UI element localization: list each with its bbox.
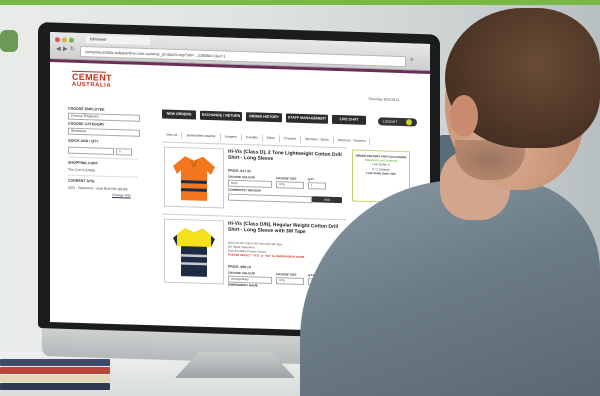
product-price: PRICE: $60.19: [228, 264, 251, 270]
person-ear: [450, 95, 478, 137]
size-label: CHOOSE SIZE: [276, 272, 297, 277]
comments-input[interactable]: [228, 193, 312, 204]
nav-exchange-return[interactable]: EXCHANGE / RETURN: [200, 110, 242, 122]
colour-label: CHOOSE COLOUR: [228, 174, 255, 180]
header-date: Thursday 30/1/2014: [368, 96, 400, 102]
back-icon[interactable]: ◀: [56, 45, 61, 54]
category-label: CHOOSE CATEGORY: [68, 121, 105, 127]
forward-icon[interactable]: ▶: [63, 45, 68, 54]
product-image: [164, 218, 224, 285]
employee-select[interactable]: Choose Employee: [68, 112, 140, 122]
filter-jackets[interactable]: Jackets/Wet weather: [182, 132, 221, 141]
close-icon[interactable]: [55, 37, 60, 43]
product-price: PRICE: $17.33: [228, 168, 251, 174]
product-card: Hi-Vis (Class D), 2 Tone Lightweight Cot…: [162, 141, 347, 215]
logout-indicator: [406, 119, 412, 126]
add-to-cart-button[interactable]: ADD: [312, 196, 342, 204]
minimize-icon[interactable]: [62, 37, 67, 43]
product-title[interactable]: Hi-Vis (Class D/N), Regular Weight Cotto…: [228, 221, 343, 237]
site-label: CURRENT SITE: [68, 178, 95, 184]
nav-order-history[interactable]: ORDER HISTORY: [246, 112, 282, 123]
filter-jumpers[interactable]: Jumpers: [220, 133, 242, 142]
sidebar-divider: [68, 174, 138, 178]
book: [0, 359, 110, 366]
nav-staff-management[interactable]: STAFF MANAGEMENT: [286, 113, 328, 124]
plant: [0, 30, 18, 52]
product-image: [164, 146, 224, 209]
book: [0, 383, 110, 390]
category-select[interactable]: Workwear: [68, 127, 140, 137]
colour-label: CHOOSE COLOUR: [228, 270, 255, 276]
site-value: QLD - Gladstone - East End Kiln (8100): [68, 185, 128, 192]
book: [0, 367, 110, 374]
cart-label: SHOPPING CART: [68, 160, 98, 166]
qty-select[interactable]: 1: [308, 182, 326, 190]
filter-shirts[interactable]: Shirts: [262, 134, 280, 143]
qty-label: QTY: [308, 177, 315, 182]
logo-text-bottom: AUSTRALIA: [72, 81, 112, 89]
quick-add-input[interactable]: [68, 146, 114, 156]
product-title[interactable]: Hi-Vis (Class D), 2 Tone Lightweight Cot…: [228, 149, 343, 165]
yellow-navy-shirt-icon: [173, 228, 215, 277]
size-label: CHOOSE SIZE: [276, 176, 297, 181]
maximize-icon[interactable]: [69, 37, 74, 43]
nav-new-orders[interactable]: NEW ORDERS: [162, 109, 196, 120]
book: [0, 375, 110, 382]
filter-view-all[interactable]: View All: [162, 131, 183, 140]
history-date: Last Order Date: N/A: [366, 170, 396, 176]
filter-womens-trousers[interactable]: Womens - Trousers: [333, 136, 371, 146]
embroidery-label: EMBROIDERY NAME: [228, 282, 258, 288]
size-select[interactable]: XXS: [276, 181, 304, 189]
change-site-link[interactable]: Change Site: [112, 193, 131, 198]
cart-status: The Cart is Empty: [68, 167, 96, 173]
filter-trousers[interactable]: Trousers: [279, 135, 302, 143]
filter-womens-shirts[interactable]: Womens - Shirts: [301, 135, 334, 144]
browser-tab[interactable]: fullviewer: [86, 35, 150, 46]
book-stack: [0, 355, 120, 393]
menu-icon[interactable]: ≡: [410, 56, 414, 65]
orange-shirt-icon: [173, 156, 215, 201]
filter-overalls[interactable]: Overalls: [241, 134, 263, 142]
quick-add-qty[interactable]: 1: [116, 148, 132, 156]
size-select[interactable]: XXS: [276, 277, 304, 285]
employee-label: CHOOSE EMPLOYEE: [68, 106, 105, 112]
comments-label: COMMENTS / REASON: [228, 187, 261, 193]
green-top-strip: [0, 0, 600, 5]
sidebar-divider: [68, 156, 138, 160]
nav-live-chat[interactable]: LIVE CHAT: [332, 114, 366, 125]
quick-add-label: QUICK ADD / QTY: [68, 138, 99, 144]
reload-icon[interactable]: ↻: [70, 46, 75, 55]
colour-select[interactable]: Navy: [228, 179, 272, 188]
